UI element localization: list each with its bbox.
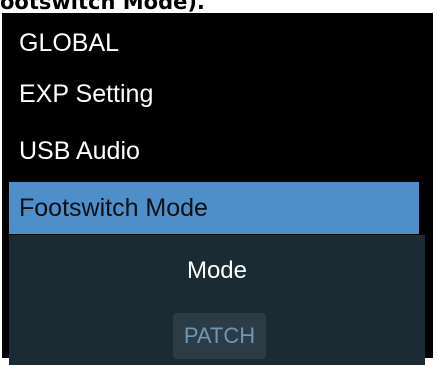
menu-item-exp-setting[interactable]: EXP Setting: [9, 68, 419, 120]
menu-item-footswitch-mode[interactable]: Footswitch Mode: [9, 182, 419, 234]
mode-panel: Mode PATCH: [9, 235, 425, 365]
menu-header-global: GLOBAL: [19, 29, 120, 57]
menu-item-usb-audio[interactable]: USB Audio: [9, 125, 419, 177]
device-screen-frame: GLOBAL EXP Setting USB Audio Footswitch …: [2, 13, 433, 365]
caption-text: ootswitch Mode).: [0, 0, 205, 14]
mode-label: Mode: [186, 257, 248, 284]
mode-value-button[interactable]: PATCH: [173, 313, 266, 359]
device-screen: GLOBAL EXP Setting USB Audio Footswitch …: [9, 20, 425, 365]
